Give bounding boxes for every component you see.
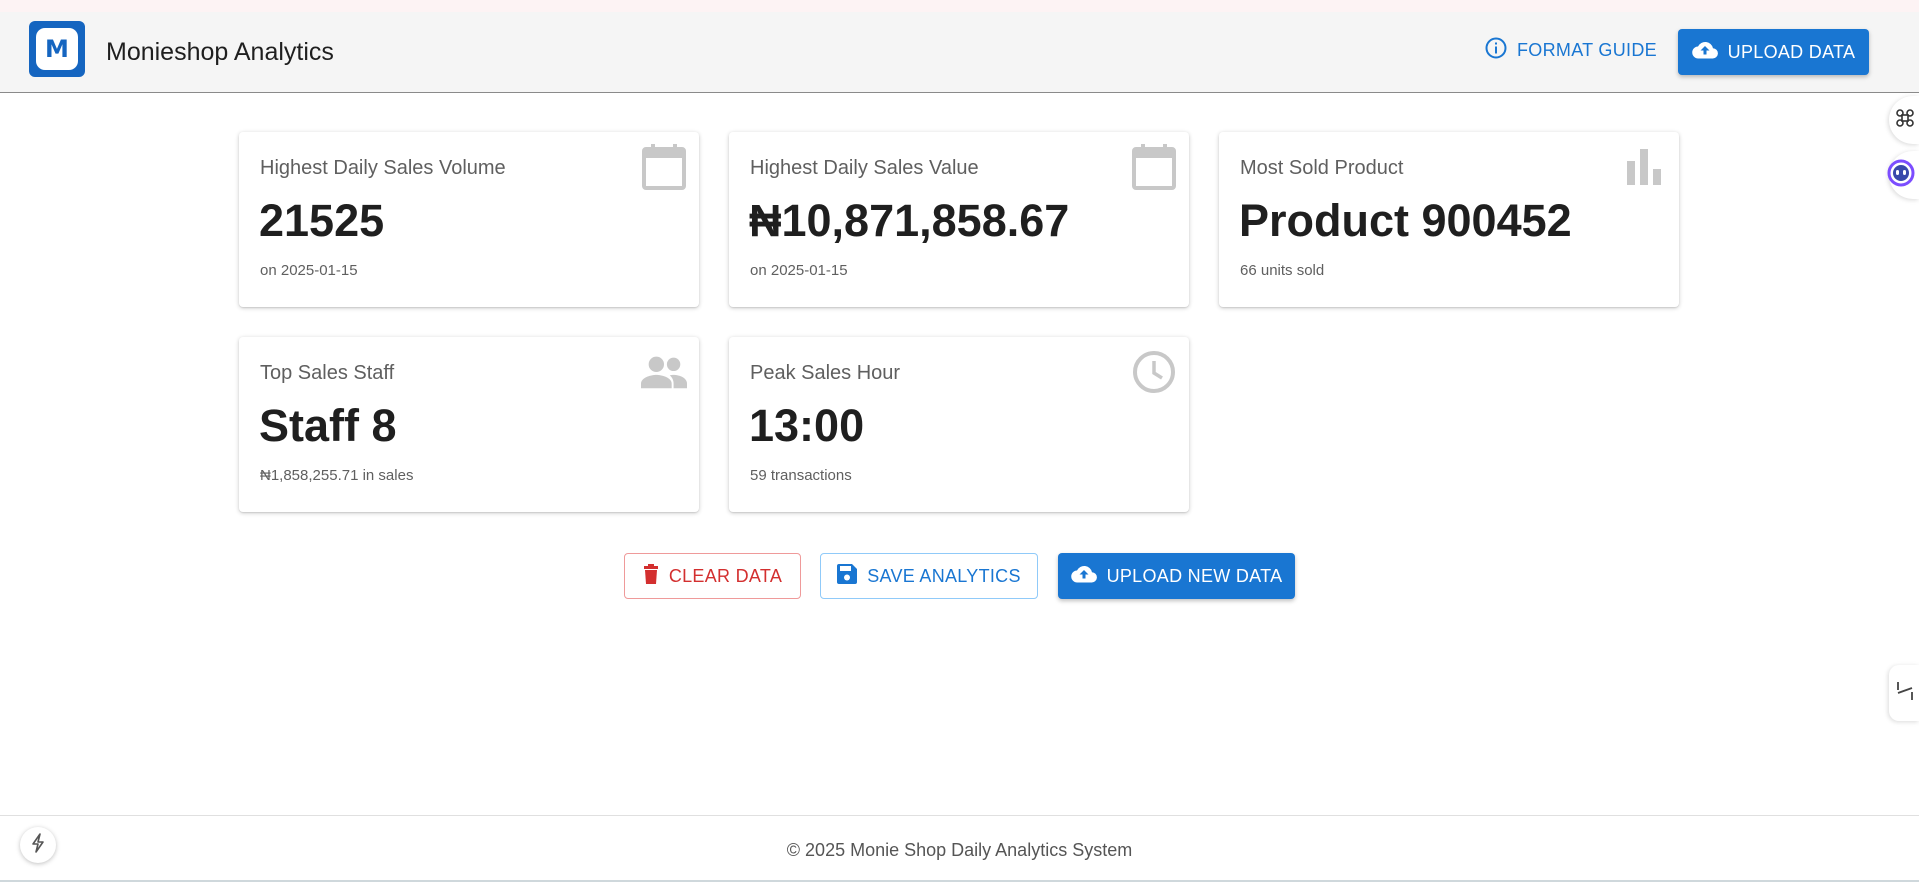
bolt-icon xyxy=(31,832,45,858)
calendar-icon xyxy=(641,144,687,190)
people-icon xyxy=(641,349,687,395)
sidebar-toggle-widget[interactable] xyxy=(1889,665,1919,721)
card-label: Top Sales Staff xyxy=(260,362,395,384)
card-subtext: 66 units sold xyxy=(1240,262,1325,279)
card-value: 21525 xyxy=(259,195,385,246)
sidebar-toggle-icon xyxy=(1895,679,1915,708)
card-value: ₦10,871,858.67 xyxy=(749,195,1070,246)
trash-icon xyxy=(643,563,659,589)
footer-divider xyxy=(0,880,1919,882)
clear-data-label: CLEAR DATA xyxy=(668,565,783,586)
upload-new-data-button[interactable]: UPLOAD NEW DATA xyxy=(1058,553,1295,599)
command-icon xyxy=(1895,108,1915,133)
card-subtext: ₦1,858,255.71 in sales xyxy=(260,467,414,484)
info-icon xyxy=(1484,36,1508,65)
upload-data-label: UPLOAD DATA xyxy=(1727,41,1856,62)
logo-letter: M xyxy=(45,35,69,63)
upload-new-data-label: UPLOAD NEW DATA xyxy=(1106,565,1283,586)
command-widget[interactable] xyxy=(1889,96,1919,144)
card-highest-daily-sales-volume: Highest Daily Sales Volume 21525 on 2025… xyxy=(239,132,699,307)
card-peak-sales-hour: Peak Sales Hour 13:00 59 transactions xyxy=(729,337,1189,512)
card-subtext: on 2025-01-15 xyxy=(260,262,358,279)
save-analytics-label: SAVE ANALYTICS xyxy=(867,565,1021,586)
card-value: Staff 8 xyxy=(259,400,397,451)
top-strip xyxy=(0,0,1919,12)
card-label: Peak Sales Hour xyxy=(750,362,901,384)
app-bar: M Monieshop Analytics FORMAT GUIDE UPLOA… xyxy=(0,12,1919,93)
format-guide-button[interactable]: FORMAT GUIDE xyxy=(1470,28,1658,72)
footer: © 2025 Monie Shop Daily Analytics System xyxy=(0,815,1919,884)
cloud-upload-icon xyxy=(1691,40,1718,65)
clock-icon xyxy=(1131,349,1177,395)
footer-text: © 2025 Monie Shop Daily Analytics System xyxy=(786,840,1133,860)
upload-data-button[interactable]: UPLOAD DATA xyxy=(1678,29,1869,75)
save-icon xyxy=(837,563,858,589)
card-label: Most Sold Product xyxy=(1240,157,1404,179)
card-top-sales-staff: Top Sales Staff Staff 8 ₦1,858,255.71 in… xyxy=(239,337,699,512)
card-most-sold-product: Most Sold Product Product 900452 66 unit… xyxy=(1219,132,1679,307)
app-logo: M xyxy=(29,21,85,77)
card-label: Highest Daily Sales Volume xyxy=(260,157,506,179)
format-guide-label: FORMAT GUIDE xyxy=(1517,39,1657,60)
card-highest-daily-sales-value: Highest Daily Sales Value ₦10,871,858.67… xyxy=(729,132,1189,307)
card-subtext: 59 transactions xyxy=(750,467,852,484)
cloud-upload-icon xyxy=(1070,564,1097,589)
card-subtext: on 2025-01-15 xyxy=(750,262,848,279)
app-title: Monieshop Analytics xyxy=(106,38,334,66)
card-value: 13:00 xyxy=(749,400,865,451)
bar-chart-icon xyxy=(1621,144,1667,190)
assistant-widget[interactable] xyxy=(1887,151,1919,199)
card-value: Product 900452 xyxy=(1239,195,1572,246)
clear-data-button[interactable]: CLEAR DATA xyxy=(624,553,801,599)
calendar-icon xyxy=(1131,144,1177,190)
save-analytics-button[interactable]: SAVE ANALYTICS xyxy=(820,553,1038,599)
card-label: Highest Daily Sales Value xyxy=(750,157,979,179)
assistant-icon xyxy=(1887,159,1915,192)
bolt-button[interactable] xyxy=(20,827,56,863)
